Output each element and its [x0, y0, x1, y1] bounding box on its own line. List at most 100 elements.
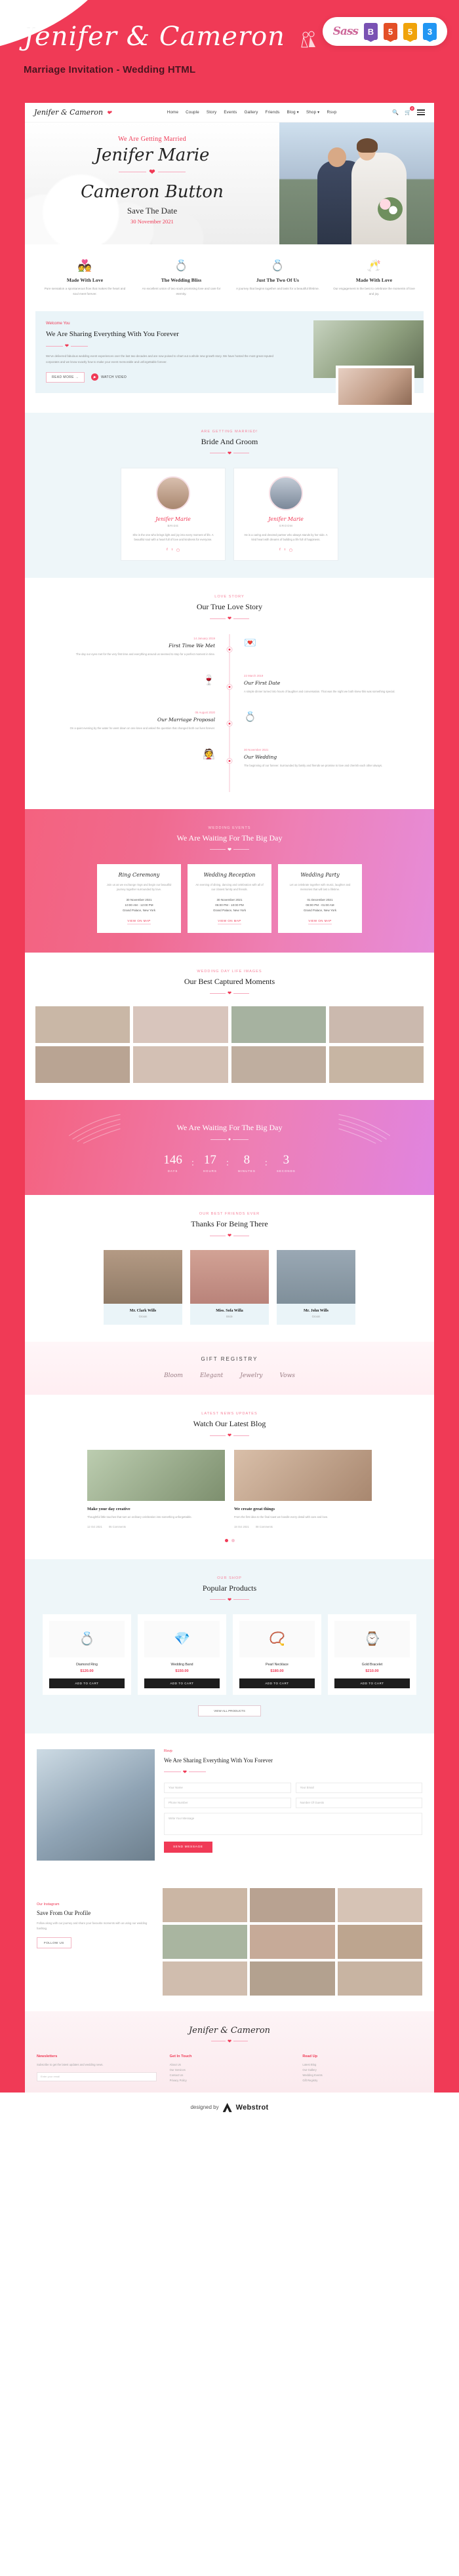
rsvp-divider: ❤ — [164, 1770, 422, 1775]
rsvp-guests-input[interactable]: Number Of Guests — [295, 1797, 422, 1808]
registry-brand[interactable]: Jewelry — [240, 1373, 262, 1379]
rsvp-submit-button[interactable]: SEND MESSAGE — [164, 1841, 212, 1853]
rsvp-name-input[interactable]: Your Name — [164, 1782, 291, 1793]
read-more-button[interactable]: READ MORE → — [46, 371, 85, 383]
blog-card[interactable]: Make your day creative Thoughtful little… — [87, 1450, 225, 1528]
instagram-item[interactable] — [163, 1887, 248, 1922]
event-map-button[interactable]: VIEW ON MAP — [127, 919, 151, 925]
footer-link[interactable]: Gift Registry — [302, 2078, 422, 2083]
blog-date: 12 Oct 2021 — [87, 1525, 102, 1528]
gallery-item[interactable] — [329, 1006, 424, 1044]
instagram-item[interactable] — [250, 1924, 335, 1959]
search-icon[interactable]: 🔍 — [392, 109, 399, 115]
instagram-item[interactable] — [163, 1961, 248, 1996]
facebook-icon[interactable]: f — [167, 548, 168, 552]
add-to-cart-button[interactable]: ADD TO CART — [334, 1678, 410, 1688]
event-meta: 30 November 2021 10:00 AM - 12:00 PM Gra… — [122, 898, 156, 913]
gallery-item[interactable] — [35, 1046, 130, 1084]
gallery-item[interactable] — [329, 1046, 424, 1084]
instagram-item[interactable] — [250, 1961, 335, 1996]
products-eyebrow: Our Shop — [217, 1576, 242, 1580]
promo-logo-text: Jenifer & Cameron — [24, 22, 285, 52]
footer-newsletter: Newsletters Subscribe to get the latest … — [37, 2055, 157, 2083]
facebook-icon[interactable]: f — [279, 548, 281, 552]
carousel-dot-2[interactable] — [231, 1538, 235, 1542]
nav-item-friends[interactable]: Friends — [265, 110, 279, 115]
watch-video-button[interactable]: ▶ WATCH VIDEO — [91, 373, 127, 381]
timeline-desc: The day our eyes met for the very first … — [75, 653, 215, 656]
timeline-text: 22 March 2019 Our First Date A simple di… — [230, 674, 424, 694]
instagram-icon[interactable]: ▢ — [289, 548, 292, 552]
nav-item-events[interactable]: Events — [224, 110, 237, 115]
gallery-item[interactable] — [35, 1006, 130, 1044]
event-map-button[interactable]: VIEW ON MAP — [218, 919, 241, 925]
footer-link[interactable]: About Us — [170, 2062, 290, 2068]
product-card: ⌚ Gold Bracelet $210.00 ADD TO CART — [328, 1614, 416, 1695]
footer-link[interactable]: Our Gallery — [302, 2068, 422, 2073]
wine-icon: 🍷 — [203, 675, 215, 686]
gallery-item[interactable] — [231, 1046, 326, 1084]
couple-icon: 💑 — [77, 259, 92, 272]
event-card: Wedding Reception An evening of dining, … — [188, 863, 271, 934]
footer-link[interactable]: Our Services — [170, 2068, 290, 2073]
event-map-button[interactable]: VIEW ON MAP — [308, 919, 332, 925]
timeline-item: 🍷 22 March 2019 Our First Date A simple … — [35, 674, 424, 694]
nav-item-story[interactable]: Story — [207, 110, 216, 115]
rsvp-email-input[interactable]: Your Email — [295, 1782, 422, 1793]
about-divider: ❤ — [46, 343, 283, 349]
about-heading: We Are Sharing Everything With You Forev… — [46, 330, 179, 338]
timeline-illustration: 💍 — [230, 711, 424, 723]
nav-item-gallery[interactable]: Gallery — [244, 110, 258, 115]
instagram-icon[interactable]: ▢ — [176, 548, 180, 552]
friend-name: Mr. Clark Wills — [129, 1309, 157, 1314]
newsletter-email-input[interactable]: Enter your email — [37, 2072, 157, 2081]
instagram-item[interactable] — [250, 1887, 335, 1922]
js-icon: 5 — [403, 23, 417, 40]
instagram-heading: Save From Our Profile — [37, 1909, 91, 1916]
couple-desc: She is the one who brings light and joy … — [132, 533, 214, 542]
menu-toggle-icon[interactable] — [417, 109, 425, 115]
navbar-menu: Home Couple Story Events Gallery Friends… — [167, 110, 337, 115]
add-to-cart-button[interactable]: ADD TO CART — [49, 1678, 125, 1688]
footer-link[interactable]: Privacy Policy — [170, 2078, 290, 2083]
gallery-item[interactable] — [231, 1006, 326, 1044]
nav-item-couple[interactable]: Couple — [186, 110, 199, 115]
footer-link[interactable]: Contact Us — [170, 2073, 290, 2078]
nav-item-home[interactable]: Home — [167, 110, 178, 115]
countdown-seconds: 3 SECONDS — [277, 1154, 296, 1173]
instagram-follow-button[interactable]: FOLLOW US — [37, 1937, 71, 1948]
nav-item-blog[interactable]: Blog ▾ — [287, 110, 299, 115]
view-all-products-button[interactable]: VIEW ALL PRODUCTS — [198, 1705, 261, 1716]
cart-icon[interactable]: 🛒 0 — [405, 106, 414, 115]
nav-item-rsvp[interactable]: Rsvp — [327, 110, 336, 115]
registry-brand[interactable]: Bloom — [164, 1373, 183, 1379]
blog-card[interactable]: We create great things From the first id… — [234, 1450, 372, 1528]
avatar — [156, 476, 190, 510]
nav-item-shop[interactable]: Shop ▾ — [306, 110, 320, 115]
footer-link[interactable]: Wedding Events — [302, 2073, 422, 2078]
gallery-item[interactable] — [133, 1006, 228, 1044]
instagram-item[interactable] — [337, 1924, 422, 1959]
navbar-logo[interactable]: Jenifer & Cameron ❤ — [34, 108, 111, 117]
instagram-item[interactable] — [163, 1924, 248, 1959]
blog-divider: ❤ — [35, 1433, 424, 1438]
instagram-item[interactable] — [337, 1961, 422, 1996]
registry-brand[interactable]: Vows — [280, 1373, 295, 1379]
rsvp-form: Rsvp We Are Sharing Everything With You … — [164, 1749, 422, 1861]
feature-title: The Wedding Bliss — [161, 277, 202, 283]
rsvp-message-input[interactable]: Write Your Message — [164, 1812, 422, 1835]
products-heading: Popular Products — [202, 1583, 257, 1593]
add-to-cart-button[interactable]: ADD TO CART — [239, 1678, 315, 1688]
rsvp-phone-input[interactable]: Phone Number — [164, 1797, 291, 1808]
carousel-dot-1[interactable] — [224, 1538, 228, 1542]
instagram-item[interactable] — [337, 1887, 422, 1922]
countdown-days-label: DAYS — [167, 1169, 178, 1173]
feature-card: 🥂 Made With Love Our engagement is the b… — [327, 260, 421, 297]
rsvp-heading: We Are Sharing Everything With You Forev… — [164, 1756, 273, 1764]
footer-link[interactable]: Latest Blog — [302, 2062, 422, 2068]
add-to-cart-button[interactable]: ADD TO CART — [144, 1678, 220, 1688]
product-card: 💍 Diamond Ring $120.00 ADD TO CART — [43, 1614, 131, 1695]
friend-role: Groom — [311, 1315, 321, 1319]
registry-brand[interactable]: Elegant — [200, 1373, 223, 1379]
gallery-item[interactable] — [133, 1046, 228, 1084]
